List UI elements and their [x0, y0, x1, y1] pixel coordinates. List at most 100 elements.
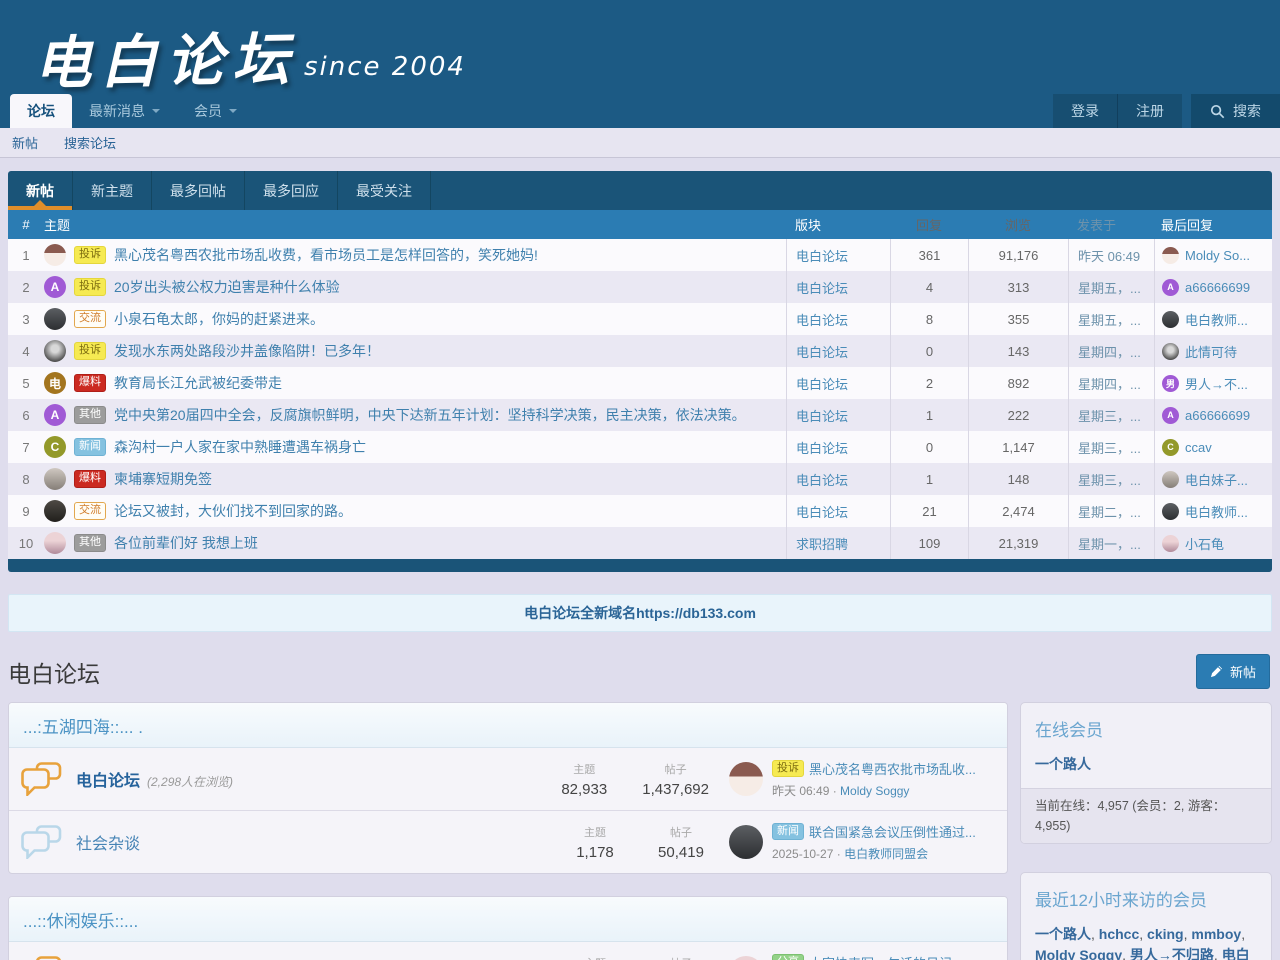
last-reply-user[interactable]: a66666699 [1185, 408, 1250, 423]
search-button[interactable]: 搜索 [1191, 94, 1280, 128]
forum-link[interactable]: 电白论坛 [796, 342, 848, 361]
member-link[interactable]: hchcc [1099, 926, 1147, 942]
thread-prefix-badge[interactable]: 其他 [74, 534, 106, 552]
nav-tab-members[interactable]: 会员 [177, 94, 254, 128]
last-reply-user[interactable]: Moldy So... [1185, 248, 1250, 263]
last-reply-avatar[interactable]: 男 [1162, 375, 1179, 392]
forum-link[interactable]: 电白论坛 [796, 278, 848, 297]
last-reply-user[interactable]: 电白妹子... [1185, 470, 1248, 489]
latest-post-title[interactable]: 大家快来写一句话的日记 [809, 953, 952, 960]
last-reply-user[interactable]: ccav [1185, 440, 1212, 455]
forum-link[interactable]: 电白论坛 [796, 246, 848, 265]
avatar[interactable] [44, 308, 66, 330]
avatar[interactable] [44, 468, 66, 490]
forum-link[interactable]: 电白论坛 [796, 406, 848, 425]
last-reply-avatar[interactable] [1162, 247, 1179, 264]
latest-post-avatar[interactable] [729, 956, 763, 960]
posted-date[interactable]: 星期三，... [1068, 431, 1154, 463]
forum-link[interactable]: 电白论坛 [796, 438, 848, 457]
logo[interactable]: 电白论坛 since 2004 [0, 0, 1280, 94]
posted-date[interactable]: 星期四，... [1068, 367, 1154, 399]
avatar[interactable] [44, 244, 66, 266]
latest-post-user[interactable]: Moldy Soggy [840, 784, 909, 798]
avatar[interactable]: 电 [44, 372, 66, 394]
last-reply-user[interactable]: 男人→不... [1185, 374, 1248, 393]
latest-post-avatar[interactable] [729, 762, 763, 796]
forum-link[interactable]: 电白论坛 [796, 374, 848, 393]
thread-prefix-badge[interactable]: 投诉 [74, 246, 106, 264]
forum-link[interactable]: 电白论坛 [796, 310, 848, 329]
last-reply-user[interactable]: 电白教师... [1185, 502, 1248, 521]
forum-link[interactable]: 求职招聘 [796, 534, 848, 553]
last-reply-avatar[interactable] [1162, 503, 1179, 520]
last-reply-avatar[interactable] [1162, 343, 1179, 360]
thread-prefix-badge[interactable]: 新闻 [74, 438, 106, 456]
last-reply-avatar[interactable] [1162, 471, 1179, 488]
latest-post-user[interactable]: 电白教师同盟会 [844, 847, 928, 861]
thread-title-link[interactable]: 森沟村一户人家在家中熟睡遭遇车祸身亡 [114, 437, 366, 457]
avatar[interactable]: A [44, 404, 66, 426]
widget-tab-most-watched[interactable]: 最受关注 [338, 171, 431, 210]
member-link[interactable]: cking [1147, 926, 1191, 942]
category-header[interactable]: ...::休闲娱乐::... [9, 897, 1007, 942]
register-button[interactable]: 注册 [1117, 94, 1182, 128]
forum-node-link[interactable]: 电白论坛 [76, 767, 140, 791]
thread-prefix-badge[interactable]: 投诉 [74, 342, 106, 360]
widget-tab-most-replies[interactable]: 最多回帖 [152, 171, 245, 210]
thread-title-link[interactable]: 柬埔寨短期免签 [114, 469, 212, 489]
thread-title-link[interactable]: 发现水东两处路段沙井盖像陷阱！已多年！ [114, 341, 380, 361]
last-reply-avatar[interactable] [1162, 535, 1179, 552]
thread-title-link[interactable]: 党中央第20届四中全会，反腐旗帜鲜明，中央下达新五年计划：坚持科学决策，民主决策… [114, 405, 746, 425]
posted-date[interactable]: 星期三，... [1068, 463, 1154, 495]
thread-title-link[interactable]: 黑心茂名粤西农批市场乱收费，看市场员工是怎样回答的，笑死她妈! [114, 245, 538, 265]
last-reply-user[interactable]: 小石龟 [1185, 534, 1224, 553]
avatar[interactable]: A [44, 276, 66, 298]
widget-tab-new-posts[interactable]: 新帖 [8, 171, 73, 210]
thread-prefix-badge[interactable]: 交流 [74, 310, 106, 328]
avatar[interactable] [44, 532, 66, 554]
thread-title-link[interactable]: 20岁出头被公权力迫害是种什么体验 [114, 277, 340, 297]
login-button[interactable]: 登录 [1053, 94, 1117, 128]
forum-node-link[interactable]: 社会杂谈 [76, 830, 140, 854]
member-link[interactable]: 一个路人 [1035, 756, 1091, 772]
posted-date[interactable]: 星期二，... [1068, 495, 1154, 527]
subnav-new-posts-link[interactable]: 新帖 [12, 133, 38, 152]
posted-date[interactable]: 星期五，... [1068, 271, 1154, 303]
posted-date[interactable]: 星期五，... [1068, 303, 1154, 335]
latest-post-title[interactable]: 联合国紧急会议压倒性通过... [809, 822, 976, 841]
subnav-search-forums-link[interactable]: 搜索论坛 [64, 133, 116, 152]
posted-date[interactable]: 星期四，... [1068, 335, 1154, 367]
thread-prefix-badge[interactable]: 爆料 [74, 470, 106, 488]
widget-tab-new-threads[interactable]: 新主题 [73, 171, 152, 210]
avatar[interactable] [44, 340, 66, 362]
thread-prefix-badge[interactable]: 爆料 [74, 374, 106, 392]
last-reply-avatar[interactable] [1162, 311, 1179, 328]
thread-prefix-badge[interactable]: 交流 [74, 502, 106, 520]
thread-title-link[interactable]: 各位前辈们好 我想上班 [114, 533, 258, 553]
thread-title-link[interactable]: 教育局长江允武被纪委带走 [114, 373, 282, 393]
category-header[interactable]: ...:五湖四海::... . [9, 703, 1007, 748]
latest-post-title[interactable]: 黑心茂名粤西农批市场乱收... [809, 759, 976, 778]
member-link[interactable]: mmboy [1191, 926, 1245, 942]
member-link[interactable]: 一个路人 [1035, 926, 1099, 942]
member-link[interactable]: Moldy Soggy [1035, 947, 1130, 960]
avatar[interactable]: C [44, 436, 66, 458]
thread-prefix-badge[interactable]: 投诉 [74, 278, 106, 296]
new-post-button[interactable]: 新帖 [1196, 654, 1270, 689]
nav-tab-forums[interactable]: 论坛 [10, 94, 72, 128]
widget-tab-most-reactions[interactable]: 最多回应 [245, 171, 338, 210]
last-reply-user[interactable]: a66666699 [1185, 280, 1250, 295]
last-reply-avatar[interactable]: A [1162, 279, 1179, 296]
forum-link[interactable]: 电白论坛 [796, 470, 848, 489]
avatar[interactable] [44, 500, 66, 522]
member-link[interactable]: 男人→不归路 [1130, 947, 1222, 960]
thread-title-link[interactable]: 论坛又被封，大伙们找不到回家的路。 [114, 501, 352, 521]
thread-title-link[interactable]: 小泉石龟太郎，你妈的赶紧进来。 [114, 309, 324, 329]
posted-date[interactable]: 昨天 06:49 [1068, 239, 1154, 271]
posted-date[interactable]: 星期三，... [1068, 399, 1154, 431]
posted-date[interactable]: 星期一，... [1068, 527, 1154, 559]
thread-prefix-badge[interactable]: 其他 [74, 406, 106, 424]
last-reply-avatar[interactable]: A [1162, 407, 1179, 424]
last-reply-user[interactable]: 此情可待 [1185, 342, 1237, 361]
last-reply-user[interactable]: 电白教师... [1185, 310, 1248, 329]
